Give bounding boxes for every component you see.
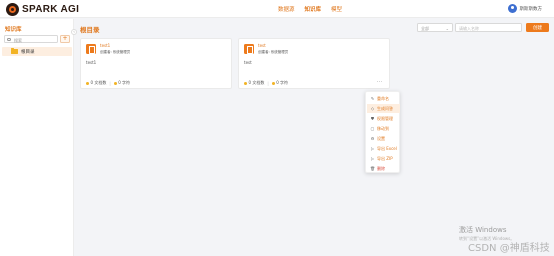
menu-item-label: 导出 Excel xyxy=(377,145,397,151)
tree-item-root[interactable]: 根目录 xyxy=(2,47,72,56)
export-icon: ▷ xyxy=(370,156,375,161)
card-description: test xyxy=(244,60,252,65)
card-stats: 0 文档数 | 0 字符 xyxy=(86,80,130,86)
card-char-count: 0 字符 xyxy=(118,80,131,85)
menu-item-export-zip[interactable]: ▷ 导出 ZIP xyxy=(367,154,400,163)
sidebar-title: 知识库 xyxy=(5,27,22,33)
card-name[interactable]: test xyxy=(258,43,266,48)
csdn-watermark: CSDN @神盾科技 xyxy=(468,243,550,254)
avatar xyxy=(507,4,517,13)
add-folder-button[interactable]: + xyxy=(60,35,70,43)
menu-item-generate-qa[interactable]: ◇ 生成问答 xyxy=(367,104,400,113)
card-doc-count: 0 文档数 xyxy=(90,80,107,85)
chars-icon xyxy=(113,81,117,85)
nav-item-datasource[interactable]: 数据源 xyxy=(278,5,295,13)
menu-item-label: 导出 ZIP xyxy=(377,155,393,161)
qa-icon: ◇ xyxy=(370,106,375,111)
trash-icon: 🗑 xyxy=(370,166,376,171)
tree-item-label: 根目录 xyxy=(21,49,35,55)
menu-item-label: 设置 xyxy=(377,135,385,141)
stat-divider: | xyxy=(109,80,111,86)
menu-item-label: 删除 xyxy=(377,165,385,171)
search-input[interactable]: 请输入名称 xyxy=(455,23,522,32)
watermark-line1: 激活 Windows xyxy=(459,226,507,234)
main-nav: 数据源 知识库 模型 xyxy=(278,5,342,13)
card-context-menu: ✎ 重命名 ◇ 生成问答 ⛊ 权限管理 ▢ 移动到 ⚙ 设置 ▷ 导出 Exce… xyxy=(365,91,400,173)
chars-icon xyxy=(271,81,275,85)
nav-item-knowledge-base[interactable]: 知识库 xyxy=(305,5,322,13)
collapse-sidebar-button[interactable]: ‹ xyxy=(71,29,77,35)
menu-item-label: 权限管理 xyxy=(377,115,393,121)
sidebar: 知识库 搜索 + 根目录 xyxy=(0,19,74,256)
filter-select[interactable]: 全部 ⌄ xyxy=(417,23,453,32)
move-icon: ▢ xyxy=(370,126,375,131)
card-creator: 创建者: 系统管理员 xyxy=(100,50,131,54)
menu-item-label: 重命名 xyxy=(377,95,389,101)
knowledge-base-icon xyxy=(86,44,96,54)
knowledge-card[interactable]: test 创建者: 系统管理员 test 0 文档数 | 0 字符 ··· xyxy=(238,38,390,89)
docs-icon xyxy=(244,81,247,85)
stat-divider: | xyxy=(267,80,269,86)
knowledge-card[interactable]: test1 创建者: 系统管理员 test1 0 文档数 | 0 字符 xyxy=(80,38,232,89)
logo-mark-icon xyxy=(6,2,19,16)
filter-select-value: 全部 xyxy=(421,26,429,31)
create-button[interactable]: 创建 xyxy=(526,23,549,32)
card-doc-count: 0 文档数 xyxy=(248,80,265,85)
app-logo[interactable]: SPARK AGI xyxy=(6,2,79,16)
card-char-count: 0 字符 xyxy=(276,80,289,85)
page-title: 根目录 xyxy=(80,26,100,34)
search-placeholder: 请输入名称 xyxy=(459,26,479,31)
edit-icon: ✎ xyxy=(370,96,375,101)
export-icon: ▷ xyxy=(370,146,375,151)
menu-item-label: 生成问答 xyxy=(377,105,393,111)
menu-item-move[interactable]: ▢ 移动到 xyxy=(367,124,400,133)
more-options-button[interactable]: ··· xyxy=(377,79,383,85)
user-menu[interactable]: 斯斯斯数方 xyxy=(507,4,543,13)
menu-item-export-excel[interactable]: ▷ 导出 Excel xyxy=(367,144,400,153)
card-name[interactable]: test1 xyxy=(100,43,110,48)
sidebar-search-placeholder: 搜索 xyxy=(14,37,22,43)
card-description: test1 xyxy=(86,60,97,65)
menu-item-delete[interactable]: 🗑 删除 xyxy=(367,164,400,173)
chevron-down-icon: ⌄ xyxy=(445,25,449,31)
menu-item-settings[interactable]: ⚙ 设置 xyxy=(367,134,400,143)
sidebar-search-input[interactable]: 搜索 xyxy=(4,35,58,43)
card-stats: 0 文档数 | 0 字符 xyxy=(244,80,288,86)
folder-icon xyxy=(11,47,18,54)
top-navigation-bar: SPARK AGI 数据源 知识库 模型 斯斯斯数方 xyxy=(0,0,554,18)
lock-icon: ⛊ xyxy=(371,116,374,121)
nav-item-model[interactable]: 模型 xyxy=(331,5,342,13)
search-icon xyxy=(7,37,11,41)
menu-item-rename[interactable]: ✎ 重命名 xyxy=(367,94,400,103)
knowledge-base-icon xyxy=(244,44,254,54)
logo-text: SPARK AGI xyxy=(22,3,80,15)
docs-icon xyxy=(86,81,89,85)
menu-item-label: 移动到 xyxy=(377,125,389,131)
gear-icon: ⚙ xyxy=(370,136,375,141)
card-creator: 创建者: 系统管理员 xyxy=(258,50,289,54)
menu-item-permissions[interactable]: ⛊ 权限管理 xyxy=(367,114,400,123)
user-name: 斯斯斯数方 xyxy=(519,6,543,12)
